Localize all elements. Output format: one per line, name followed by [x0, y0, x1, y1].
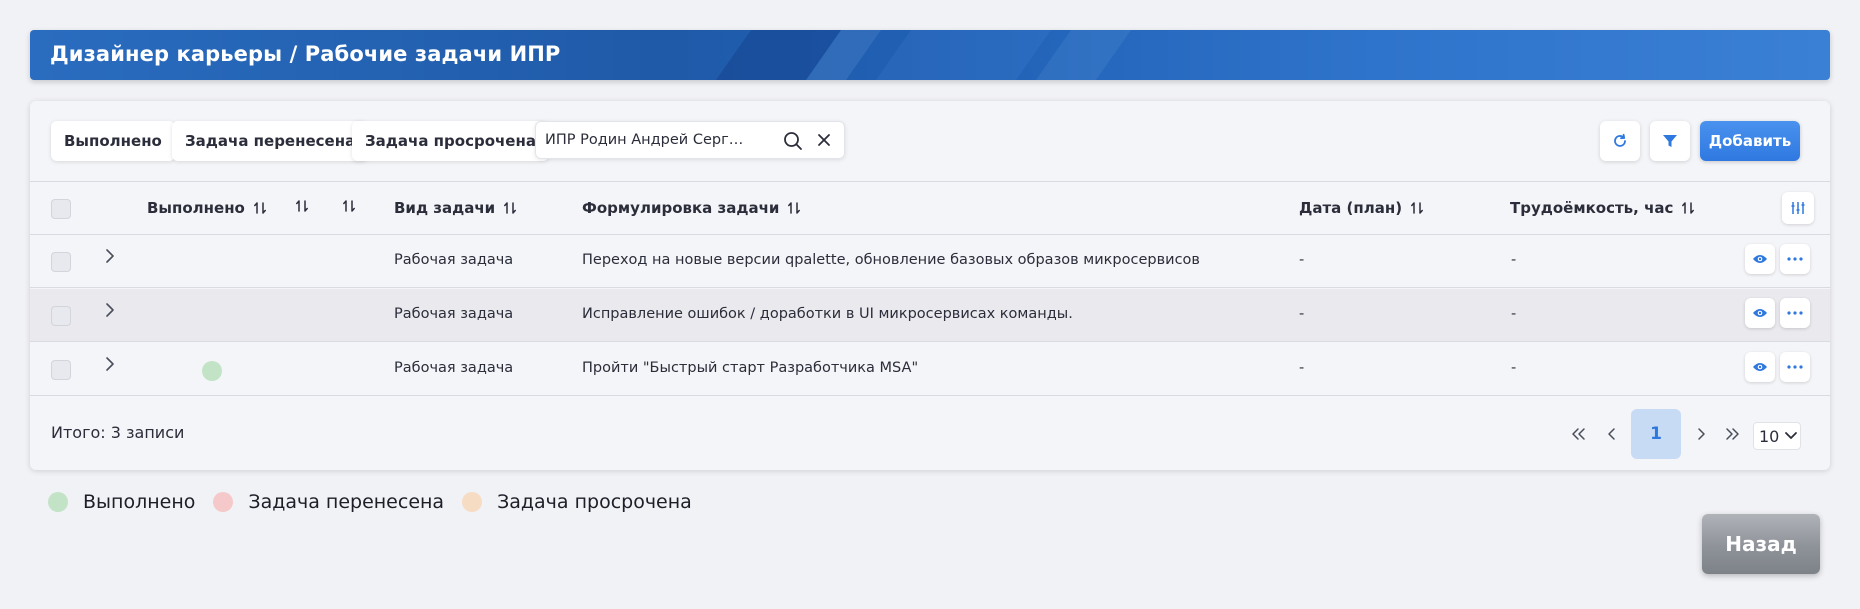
table-row[interactable]: Рабочая задача Переход на новые версии q…	[30, 235, 1830, 288]
chevron-right-icon	[1698, 428, 1705, 440]
chevron-right-icon[interactable]	[103, 247, 117, 265]
chevrons-left-icon	[1572, 428, 1585, 440]
more-button[interactable]	[1780, 244, 1810, 274]
task-type-cell: Рабочая задача	[394, 252, 514, 268]
column-label: Формулировка задачи	[582, 199, 780, 217]
column-header-plan-date[interactable]: Дата (план)	[1299, 199, 1424, 217]
page-size-select[interactable]: 10	[1753, 422, 1801, 450]
sort-icon[interactable]	[295, 199, 309, 213]
effort-cell: -	[1511, 252, 1517, 268]
legend-dot	[213, 492, 234, 512]
page-size-value: 10	[1759, 426, 1780, 446]
view-button[interactable]	[1745, 352, 1775, 382]
legend-label: Задача просрочена	[497, 491, 692, 513]
eye-icon	[1753, 363, 1767, 371]
plan-date-cell: -	[1299, 306, 1305, 322]
more-icon	[1787, 365, 1803, 369]
search-icon[interactable]	[783, 131, 803, 151]
table-row[interactable]: Рабочая задача Пройти "Быстрый старт Раз…	[30, 343, 1830, 396]
table-footer: Итого: 3 записи 1 10	[30, 398, 1830, 470]
column-settings-icon	[1791, 202, 1805, 214]
sort-icon[interactable]	[342, 199, 356, 213]
more-icon	[1787, 311, 1803, 315]
more-icon	[1787, 257, 1803, 261]
table-header: Выполнено Вид задачи Формулировка задачи…	[30, 182, 1830, 235]
legend-label: Выполнено	[83, 491, 196, 513]
status-legend: Выполнено Задача перенесена Задача проср…	[48, 489, 710, 515]
more-button[interactable]	[1780, 298, 1810, 328]
legend-dot	[48, 492, 68, 512]
close-icon[interactable]	[815, 131, 833, 149]
header-decoration	[854, 30, 1066, 80]
last-page-button[interactable]	[1721, 420, 1745, 448]
chevron-right-icon[interactable]	[103, 301, 117, 319]
chevron-right-icon[interactable]	[103, 355, 117, 373]
filter-chip-postponed[interactable]: Задача перенесена	[172, 121, 369, 161]
more-button[interactable]	[1780, 352, 1810, 382]
column-header-task-text[interactable]: Формулировка задачи	[582, 199, 801, 217]
column-settings-button[interactable]	[1782, 192, 1814, 224]
add-button[interactable]: Добавить	[1700, 121, 1800, 161]
legend-dot	[462, 492, 483, 512]
task-text-cell: Переход на новые версии qpalette, обновл…	[582, 252, 1200, 268]
search-field[interactable]: ИПР Родин Андрей Сергеевич	[535, 121, 845, 159]
view-button[interactable]	[1745, 244, 1775, 274]
first-page-button[interactable]	[1566, 420, 1590, 448]
chevron-left-icon	[1608, 428, 1615, 440]
sort-icon[interactable]	[1410, 201, 1424, 215]
view-button[interactable]	[1745, 298, 1775, 328]
column-label: Выполнено	[147, 199, 245, 217]
eye-icon	[1753, 255, 1767, 263]
refresh-button[interactable]	[1600, 121, 1640, 161]
row-checkbox[interactable]	[51, 306, 71, 326]
column-header-2[interactable]	[295, 199, 309, 213]
row-checkbox[interactable]	[51, 360, 71, 380]
sort-icon[interactable]	[1681, 201, 1695, 215]
next-page-button[interactable]	[1689, 420, 1713, 448]
task-type-cell: Рабочая задача	[394, 360, 514, 376]
column-header-task-type[interactable]: Вид задачи	[394, 199, 517, 217]
column-header-3[interactable]	[342, 199, 356, 213]
search-input[interactable]: ИПР Родин Андрей Сергеевич	[545, 132, 750, 148]
column-header-effort[interactable]: Трудоёмкость, час	[1510, 199, 1695, 217]
column-label: Дата (план)	[1299, 199, 1403, 217]
current-page-button[interactable]: 1	[1631, 409, 1681, 459]
row-checkbox[interactable]	[51, 252, 71, 272]
filter-icon	[1663, 135, 1677, 147]
task-text-cell: Пройти "Быстрый старт Разработчика MSA"	[582, 360, 919, 376]
tasks-card: Выполнено Задача перенесена Задача проср…	[30, 101, 1830, 470]
chevrons-right-icon	[1726, 428, 1739, 440]
plan-date-cell: -	[1299, 360, 1305, 376]
sort-icon[interactable]	[503, 201, 517, 215]
chevron-down-icon	[1785, 432, 1798, 439]
sort-icon[interactable]	[253, 201, 267, 215]
legend-item-postponed: Задача перенесена	[213, 491, 444, 513]
filter-chip-done[interactable]: Выполнено	[51, 121, 175, 161]
page-title: Дизайнер карьеры / Рабочие задачи ИПР	[50, 42, 561, 66]
column-label: Трудоёмкость, час	[1510, 199, 1674, 217]
prev-page-button[interactable]	[1600, 420, 1624, 448]
select-all-checkbox[interactable]	[51, 199, 71, 219]
page-header: Дизайнер карьеры / Рабочие задачи ИПР	[30, 30, 1830, 80]
refresh-icon	[1614, 133, 1626, 147]
legend-label: Задача перенесена	[248, 491, 445, 513]
status-done-dot	[202, 361, 222, 381]
effort-cell: -	[1511, 306, 1517, 322]
legend-item-done: Выполнено	[48, 491, 195, 513]
legend-item-overdue: Задача просрочена	[462, 491, 692, 513]
column-label: Вид задачи	[394, 199, 496, 217]
toolbar: Выполнено Задача перенесена Задача проср…	[30, 101, 1830, 182]
eye-icon	[1753, 309, 1767, 317]
table-row[interactable]: Рабочая задача Исправление ошибок / дора…	[30, 289, 1830, 342]
task-type-cell: Рабочая задача	[394, 306, 514, 322]
column-header-done[interactable]: Выполнено	[147, 199, 267, 217]
effort-cell: -	[1511, 360, 1517, 376]
filter-chip-overdue[interactable]: Задача просрочена	[352, 121, 549, 161]
task-text-cell: Исправление ошибок / доработки в UI микр…	[582, 306, 1073, 322]
total-count: Итого: 3 записи	[51, 423, 185, 442]
plan-date-cell: -	[1299, 252, 1305, 268]
sort-icon[interactable]	[787, 201, 801, 215]
back-button[interactable]: Назад	[1702, 514, 1820, 574]
filter-button[interactable]	[1650, 121, 1690, 161]
